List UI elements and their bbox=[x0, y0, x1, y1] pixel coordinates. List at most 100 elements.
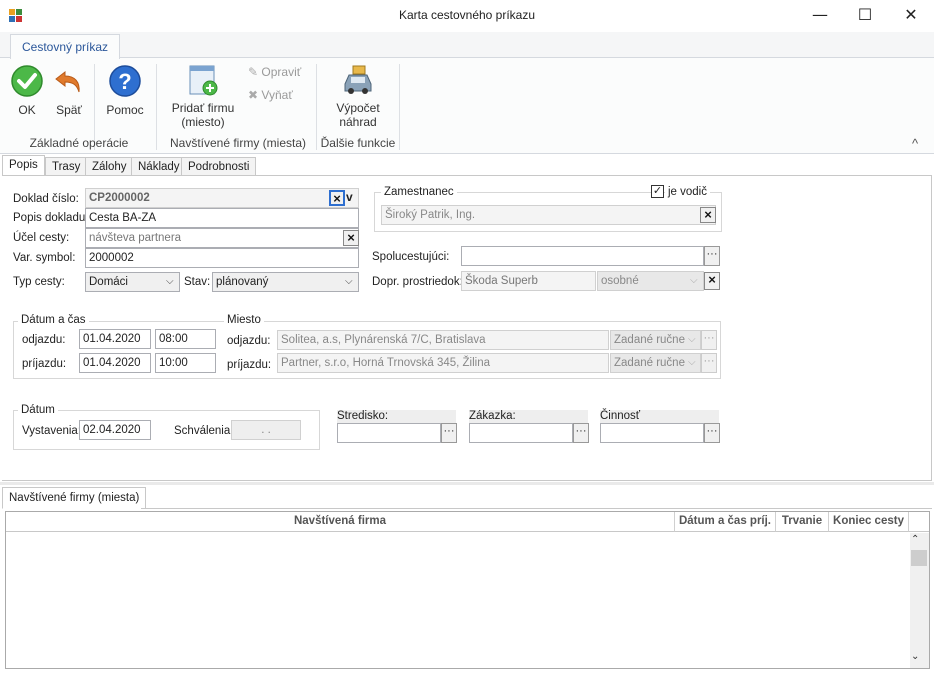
activity-field[interactable] bbox=[600, 423, 704, 443]
column-header-filler bbox=[909, 512, 929, 532]
order-browse-button[interactable]: ··· bbox=[573, 423, 589, 443]
state-value: plánovaný bbox=[216, 276, 269, 288]
back-label: Späť bbox=[56, 103, 82, 117]
ok-button[interactable]: OK bbox=[8, 64, 46, 120]
ribbon-group-separator bbox=[399, 64, 400, 150]
driver-checkbox[interactable]: ✓ bbox=[651, 185, 664, 198]
scroll-thumb[interactable] bbox=[911, 550, 927, 566]
scroll-down-icon[interactable]: ⌄ bbox=[911, 651, 919, 662]
chevron-down-icon: ⌵ bbox=[345, 276, 353, 287]
minimize-button[interactable]: — bbox=[797, 0, 843, 32]
copassengers-field[interactable] bbox=[461, 246, 704, 266]
help-label: Pomoc bbox=[106, 103, 144, 117]
activity-browse-button[interactable]: ··· bbox=[704, 423, 720, 443]
arrive-time-field[interactable]: 10:00 bbox=[155, 353, 216, 373]
center-browse-button[interactable]: ··· bbox=[441, 423, 457, 443]
transport-type-select[interactable]: osobné bbox=[597, 271, 704, 291]
window-title: Karta cestovného príkazu bbox=[398, 8, 536, 22]
chevron-down-icon: ⌵ bbox=[688, 357, 696, 368]
purpose-field[interactable]: návšteva partnera bbox=[85, 228, 359, 248]
place-arrive-field[interactable]: Partner, s.r.o, Horná Trnovská 345, Žili… bbox=[277, 353, 609, 373]
column-header-end[interactable]: Koniec cesty bbox=[829, 512, 909, 532]
copassengers-browse-button[interactable]: ··· bbox=[704, 246, 720, 266]
tab-podrobnosti[interactable]: Podrobnosti bbox=[181, 157, 257, 176]
center-label: Stredisko: bbox=[337, 410, 456, 424]
place-arrive-mode-value: Zadané ručne bbox=[614, 357, 685, 369]
employee-field[interactable]: Široký Patrik, Ing. bbox=[381, 205, 716, 225]
scroll-up-icon[interactable]: ⌃ bbox=[911, 534, 919, 545]
place-arrive-label: príjazdu: bbox=[227, 359, 272, 371]
undo-arrow-icon bbox=[55, 70, 80, 93]
remove-icon: ✖ bbox=[248, 88, 259, 102]
column-header-arrival[interactable]: Dátum a čas príj. bbox=[675, 512, 776, 532]
splitter[interactable] bbox=[0, 482, 934, 485]
clear-employee-icon[interactable]: × bbox=[700, 207, 716, 223]
arrive-date-field[interactable]: 01.04.2020 bbox=[79, 353, 151, 373]
edit-label: Opraviť bbox=[261, 65, 302, 79]
place-depart-field[interactable]: Solitea, a.s, Plynárenská 7/C, Bratislav… bbox=[277, 330, 609, 350]
doc-no-label: Doklad číslo: bbox=[13, 193, 79, 205]
transport-label: Dopr. prostriedok: bbox=[372, 276, 463, 288]
order-field[interactable] bbox=[469, 423, 573, 443]
add-firm-button[interactable]: Pridať firmu (miesto) bbox=[166, 64, 240, 132]
add-firm-label-2: (miesto) bbox=[181, 115, 225, 129]
visited-firms-grid bbox=[5, 511, 930, 669]
date-group-title: Dátum bbox=[18, 404, 58, 416]
chevron-down-icon: ⌵ bbox=[688, 334, 696, 345]
varsym-field[interactable]: 2000002 bbox=[85, 248, 359, 268]
collapse-ribbon-icon[interactable]: ^ bbox=[912, 136, 918, 151]
depart-label: odjazdu: bbox=[22, 334, 66, 346]
maximize-button[interactable]: ☐ bbox=[842, 0, 888, 32]
place-arrive-browse-button[interactable]: ··· bbox=[701, 353, 717, 373]
tab-zalohy[interactable]: Zálohy bbox=[85, 157, 134, 176]
clear-doc-no-icon[interactable]: × bbox=[329, 190, 345, 206]
column-header-duration[interactable]: Trvanie bbox=[776, 512, 829, 532]
tab-popis[interactable]: Popis bbox=[2, 155, 45, 176]
order-label: Zákazka: bbox=[469, 410, 588, 424]
depart-time-field[interactable]: 08:00 bbox=[155, 329, 216, 349]
remove-label: Vyňať bbox=[261, 88, 293, 102]
ribbon-tabbar bbox=[0, 32, 934, 58]
employee-group-title: Zamestnanec bbox=[381, 186, 457, 198]
tab-naklady[interactable]: Náklady bbox=[131, 157, 187, 176]
issued-field[interactable]: 02.04.2020 bbox=[79, 420, 151, 440]
group-label-more: Ďalšie funkcie bbox=[320, 136, 396, 150]
varsym-label: Var. symbol: bbox=[13, 252, 76, 264]
group-label-basic: Základné operácie bbox=[29, 136, 129, 150]
calc-compensation-button[interactable]: Výpočet náhrad bbox=[330, 64, 386, 132]
place-depart-browse-button[interactable]: ··· bbox=[701, 330, 717, 350]
edit-icon: ✎ bbox=[248, 65, 259, 79]
place-depart-mode-value: Zadané ručne bbox=[614, 334, 685, 346]
transport-type-value: osobné bbox=[601, 275, 639, 287]
tab-line bbox=[141, 508, 932, 509]
center-field[interactable] bbox=[337, 423, 441, 443]
check-icon bbox=[11, 65, 43, 97]
tab-visited-firms[interactable]: Navštívené firmy (miesta) bbox=[2, 487, 147, 509]
depart-date-field[interactable]: 01.04.2020 bbox=[79, 329, 151, 349]
help-icon: ? bbox=[109, 65, 141, 97]
remove-button[interactable]: ✖ Vyňať bbox=[248, 88, 293, 102]
type-label: Typ cesty: bbox=[13, 276, 65, 288]
column-header-firm[interactable]: Navštívená firma bbox=[6, 512, 675, 532]
tab-trasy[interactable]: Trasy bbox=[45, 157, 88, 176]
help-button[interactable]: ? Pomoc bbox=[104, 64, 146, 120]
desc-field[interactable]: Cesta BA-ZA bbox=[85, 208, 359, 228]
doc-no-dropdown-icon[interactable]: v bbox=[346, 190, 353, 204]
chevron-down-icon: ⌵ bbox=[690, 275, 698, 286]
activity-label: Činnosť bbox=[600, 410, 719, 424]
group-label-firms: Navštívené firmy (miesta) bbox=[169, 136, 307, 150]
edit-button[interactable]: ✎ Opraviť bbox=[248, 65, 301, 79]
desc-label: Popis dokladu: bbox=[13, 212, 89, 224]
ribbon-tab-cestovny-prikaz[interactable]: Cestovný príkaz bbox=[10, 34, 121, 59]
state-select[interactable]: plánovaný bbox=[212, 272, 359, 292]
ribbon-group-separator bbox=[156, 64, 157, 150]
doc-no-field[interactable]: CP2000002 bbox=[85, 188, 359, 208]
approved-field[interactable]: . . bbox=[231, 420, 301, 440]
back-button[interactable]: Späť bbox=[52, 64, 86, 120]
svg-text:?: ? bbox=[118, 69, 131, 94]
transport-field[interactable]: Škoda Superb bbox=[461, 271, 596, 291]
clear-purpose-icon[interactable]: × bbox=[343, 230, 359, 246]
clear-transport-icon[interactable]: × bbox=[704, 272, 720, 290]
close-button[interactable]: ✕ bbox=[888, 0, 934, 32]
ribbon-group-separator bbox=[316, 64, 317, 150]
